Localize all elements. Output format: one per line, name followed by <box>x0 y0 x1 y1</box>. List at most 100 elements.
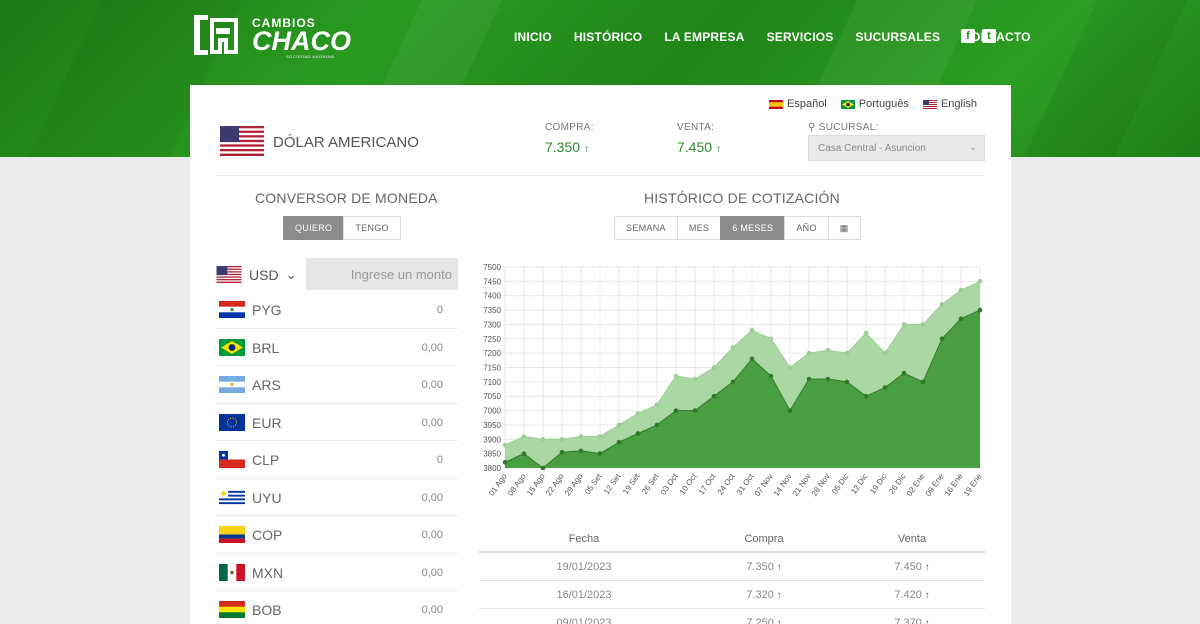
converter-row-pyg[interactable]: PYG 0 <box>216 291 458 329</box>
data-point-compra <box>711 393 717 399</box>
range-semana[interactable]: SEMANA <box>614 216 678 240</box>
arrow-up-icon: ↑ <box>583 144 589 155</box>
social-links: f t <box>961 29 996 43</box>
data-point-venta <box>597 434 603 439</box>
x-tick-label: 08 Ago <box>506 472 528 498</box>
lang-label: Português <box>858 98 909 110</box>
currency-code: BOB <box>252 602 282 618</box>
data-point-venta <box>863 330 869 336</box>
y-tick-label: 3800 <box>483 464 501 473</box>
twitter-icon[interactable]: t <box>982 29 996 43</box>
converter-row-bob[interactable]: BOB 0,00 <box>216 591 458 624</box>
converter-row-cop[interactable]: COP 0,00 <box>216 516 458 554</box>
currency-code: ARS <box>252 377 281 393</box>
x-tick-label: 07 Nov <box>753 472 775 498</box>
brand-line-3: SOCIEDAD ANONIMA <box>286 54 335 59</box>
converted-amount: 0,00 <box>421 491 443 504</box>
currency-converter: USD ⌄ Ingrese un monto PYG 0 BRL 0,00 ARS 0,0… <box>216 258 458 624</box>
data-point-venta <box>711 365 717 370</box>
history-chart: 3800 3850 3900 3950 7000 7050 7100 7150 7200 7250… <box>483 263 984 498</box>
arrow-up-icon: ↑ <box>773 589 782 601</box>
converted-amount: 0,00 <box>421 379 443 391</box>
cell-compra: 7.320 ↑ <box>689 589 839 601</box>
toggle-tengo[interactable]: TENGO <box>343 216 401 240</box>
base-currency-select[interactable]: USD ⌄ <box>216 266 296 283</box>
base-currency-code: USD <box>249 266 279 283</box>
data-point-venta <box>882 350 888 356</box>
converter-row-brl[interactable]: BRL 0,00 <box>216 329 458 366</box>
cell-compra: 7.250 ↑ <box>689 617 839 624</box>
data-point-venta <box>806 350 812 356</box>
nav-historico[interactable]: HISTÓRICO <box>574 30 642 44</box>
data-point-compra <box>749 356 755 362</box>
x-tick-label: 12 Set <box>602 471 623 496</box>
data-point-compra <box>939 336 945 342</box>
arrow-up-icon: ↑ <box>715 144 721 155</box>
cell-venta-value: 7.420 <box>894 588 922 601</box>
toggle-quiero[interactable]: QUIERO <box>283 216 345 240</box>
converter-row-ars[interactable]: ARS 0,00 <box>216 366 458 404</box>
calendar-icon[interactable]: ▦ <box>827 216 861 240</box>
argentina-flag-icon <box>219 376 245 393</box>
nav-servicios[interactable]: SERVICIOS <box>767 30 834 44</box>
uruguay-flag-icon <box>219 488 245 506</box>
facebook-icon[interactable]: f <box>961 29 975 43</box>
eu-flag-icon <box>219 413 245 431</box>
lang-portugues[interactable]: Português <box>840 98 909 110</box>
arrow-up-icon: ↑ <box>921 561 930 573</box>
x-tick-label: 01 Ago <box>487 472 509 498</box>
nav-sucursales[interactable]: SUCURSALES <box>856 30 941 44</box>
data-point-venta <box>920 322 926 327</box>
data-point-compra <box>730 379 736 385</box>
converted-amount: 0,00 <box>421 604 443 616</box>
nav-la-empresa[interactable]: LA EMPRESA <box>664 30 744 44</box>
mexico-flag-icon <box>219 563 245 581</box>
converter-row-clp[interactable]: CLP 0 <box>216 441 458 479</box>
x-tick-label: 02 Ene <box>905 472 927 498</box>
arrow-up-icon: ↑ <box>773 617 782 624</box>
y-tick-label: 3950 <box>483 421 501 430</box>
data-point-venta <box>540 437 546 442</box>
data-point-compra <box>825 376 831 382</box>
converter-row-mxn[interactable]: MXN 0,00 <box>216 554 458 591</box>
x-tick-label: 10 Oct <box>678 471 699 496</box>
lang-english[interactable]: English <box>922 98 977 110</box>
venta-value: 7.450 ↑ <box>677 139 721 155</box>
cell-date-value: 16/01/2023 <box>556 588 612 601</box>
converted-amount: 0,00 <box>421 416 443 429</box>
range-6-meses[interactable]: 6 MESES <box>720 216 786 240</box>
history-title: HISTÓRICO DE COTIZACIÓN <box>644 190 840 206</box>
data-point-compra <box>977 307 983 313</box>
table-header: Fecha Compra Venta <box>479 526 985 553</box>
x-tick-label: 16 Ene <box>943 472 965 498</box>
range-toggle: SEMANA MES 6 MESES AÑO ▦ <box>614 216 861 240</box>
currency-code: MXN <box>252 564 284 581</box>
data-point-compra <box>882 385 888 390</box>
data-point-venta <box>768 336 774 342</box>
data-point-venta <box>939 302 945 307</box>
branch-select[interactable]: Casa Central - Asuncion ⌄ <box>808 135 985 161</box>
y-tick-label: 7000 <box>483 407 501 416</box>
data-point-venta <box>502 442 508 448</box>
data-point-compra <box>616 439 622 445</box>
range-ano[interactable]: AÑO <box>784 216 829 240</box>
converter-row-eur[interactable]: EUR 0,00 <box>216 404 458 441</box>
amount-input[interactable]: Ingrese un monto <box>306 258 458 290</box>
range-mes[interactable]: MES <box>676 216 722 240</box>
x-tick-label: 03 Oct <box>659 471 680 496</box>
divider <box>216 175 985 176</box>
converter-row-uyu[interactable]: UYU 0,00 <box>216 479 458 516</box>
nav-inicio[interactable]: INICIO <box>514 30 552 44</box>
x-tick-label: 29 Ago <box>563 472 585 498</box>
colombia-flag-icon <box>219 526 245 543</box>
currency-code: COP <box>252 527 283 543</box>
compra-amount: 7.350 <box>545 139 581 155</box>
y-tick-label: 3850 <box>483 450 501 459</box>
y-tick-label: 7050 <box>483 392 501 401</box>
converter-rows: PYG 0 BRL 0,00 ARS 0,00 EUR 0,00 CLP 0 UYU 0,00 COP 0… <box>216 291 458 624</box>
brand-logo[interactable]: CAMBIOS CHACO SOCIEDAD ANONIMA <box>190 12 351 60</box>
converted-amount: 0,00 <box>421 341 443 354</box>
data-point-venta <box>749 327 755 333</box>
lang-espanol[interactable]: Español <box>769 98 827 110</box>
bolivia-flag-icon <box>219 601 245 618</box>
